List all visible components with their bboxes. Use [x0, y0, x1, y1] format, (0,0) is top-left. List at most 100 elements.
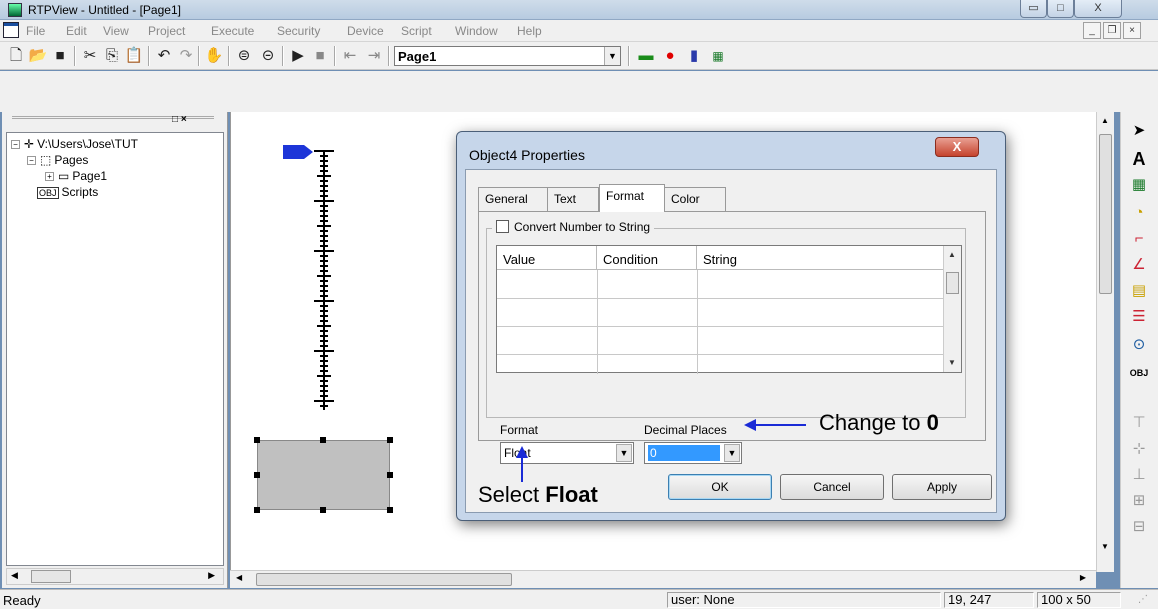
- scroll-down-icon[interactable]: ▼: [1101, 542, 1109, 551]
- bar-chart-icon[interactable]: ▮: [684, 46, 704, 66]
- resize-handle[interactable]: [387, 437, 393, 443]
- mdi-close-button[interactable]: ×: [1123, 22, 1141, 39]
- ok-button[interactable]: OK: [668, 474, 772, 500]
- rtp-icon[interactable]: ▦: [708, 46, 728, 66]
- scroll-thumb[interactable]: [1099, 134, 1112, 294]
- distribute-icon[interactable]: ⊞: [1128, 490, 1150, 512]
- collapse-icon[interactable]: −: [27, 156, 36, 166]
- space-evenly-icon[interactable]: ⊟: [1128, 516, 1150, 538]
- tab-format[interactable]: Format: [599, 184, 665, 212]
- new-file-icon[interactable]: 🗋: [6, 46, 26, 66]
- chevron-down-icon[interactable]: ▼: [616, 444, 632, 462]
- resize-handle[interactable]: [387, 507, 393, 513]
- text-tool-icon[interactable]: A: [1128, 148, 1150, 170]
- resize-grip-icon[interactable]: ⋰: [1138, 594, 1148, 605]
- grid-header-value[interactable]: Value: [497, 246, 597, 270]
- maximize-button[interactable]: □: [1047, 0, 1074, 18]
- open-folder-icon[interactable]: 📂: [28, 46, 48, 66]
- tree-item-scripts[interactable]: OBJ Scripts: [37, 185, 98, 199]
- menu-view[interactable]: View: [103, 24, 129, 38]
- minimize-button[interactable]: ▭: [1020, 0, 1047, 18]
- stop-icon[interactable]: ■: [310, 46, 330, 66]
- tree-horizontal-scrollbar[interactable]: ◀ ▶: [6, 568, 224, 585]
- undo-icon[interactable]: ↶: [154, 46, 174, 66]
- align-bottom-icon[interactable]: ⊥: [1128, 464, 1150, 486]
- menu-window[interactable]: Window: [455, 24, 498, 38]
- cut-icon[interactable]: ✂: [80, 46, 100, 66]
- close-window-button[interactable]: X: [1074, 0, 1122, 18]
- trend-tool-icon[interactable]: ⌐: [1128, 228, 1150, 250]
- multi-bar-tool-icon[interactable]: ☰: [1128, 306, 1150, 328]
- scroll-thumb[interactable]: [31, 570, 71, 583]
- grid-header-string[interactable]: String: [697, 246, 943, 270]
- apply-button[interactable]: Apply: [892, 474, 992, 500]
- pane-header-buttons[interactable]: □ ×: [172, 114, 187, 125]
- menu-file[interactable]: File: [26, 24, 45, 38]
- next-page-icon[interactable]: ⇥: [364, 46, 384, 66]
- copy-icon[interactable]: ⎘: [102, 46, 122, 66]
- align-top-icon[interactable]: ⊤: [1128, 412, 1150, 434]
- lock-icon[interactable]: ⊜: [234, 46, 254, 66]
- paste-icon[interactable]: 📋: [124, 46, 144, 66]
- menu-execute[interactable]: Execute: [211, 24, 254, 38]
- dialog-close-button[interactable]: X: [935, 137, 979, 157]
- scroll-thumb[interactable]: [946, 272, 959, 294]
- selected-object[interactable]: [257, 440, 390, 510]
- collapse-icon[interactable]: −: [11, 140, 20, 150]
- pointer-tool-icon[interactable]: ➤: [1128, 120, 1150, 142]
- scroll-left-icon[interactable]: ◀: [11, 570, 18, 581]
- menu-security[interactable]: Security: [277, 24, 320, 38]
- cancel-button[interactable]: Cancel: [780, 474, 884, 500]
- menu-project[interactable]: Project: [148, 24, 185, 38]
- menu-device[interactable]: Device: [347, 24, 384, 38]
- scroll-down-icon[interactable]: ▼: [948, 358, 956, 367]
- menu-edit[interactable]: Edit: [66, 24, 87, 38]
- canvas-vertical-scrollbar[interactable]: ▲ ▼: [1096, 112, 1114, 572]
- resize-handle[interactable]: [254, 472, 260, 478]
- scroll-left-icon[interactable]: ◀: [236, 573, 242, 582]
- gauge-tool-icon[interactable]: ◔: [1128, 202, 1150, 224]
- bar-tool-icon[interactable]: ▤: [1128, 280, 1150, 302]
- document-icon[interactable]: [3, 22, 19, 38]
- hand-tool-icon[interactable]: ✋: [204, 46, 224, 66]
- menu-help[interactable]: Help: [517, 24, 542, 38]
- object-tool-icon[interactable]: OBJ: [1128, 362, 1150, 384]
- tree-item-page1[interactable]: + ▭ Page1: [45, 169, 107, 183]
- checkbox-box[interactable]: [496, 220, 509, 233]
- menu-script[interactable]: Script: [401, 24, 432, 38]
- scroll-up-icon[interactable]: ▲: [1101, 116, 1109, 125]
- run-icon[interactable]: ▶: [288, 46, 308, 66]
- prev-page-icon[interactable]: ⇤: [340, 46, 360, 66]
- unlock-icon[interactable]: ⊝: [258, 46, 278, 66]
- xy-plot-tool-icon[interactable]: ∠: [1128, 254, 1150, 276]
- image-tool-icon[interactable]: ▦: [1128, 174, 1150, 196]
- save-icon[interactable]: ■: [50, 46, 70, 66]
- green-block-icon[interactable]: ▬: [636, 46, 656, 66]
- tree-item-pages[interactable]: − ⬚ Pages: [27, 153, 88, 167]
- chevron-down-icon[interactable]: ▼: [604, 47, 620, 65]
- scroll-right-icon[interactable]: ▶: [1080, 573, 1086, 582]
- resize-handle[interactable]: [320, 437, 326, 443]
- redo-icon[interactable]: ↷: [176, 46, 196, 66]
- scroll-thumb[interactable]: [256, 573, 512, 586]
- expand-icon[interactable]: +: [45, 172, 54, 182]
- grid-header-condition[interactable]: Condition: [597, 246, 697, 270]
- grid-vertical-scrollbar[interactable]: ▲ ▼: [943, 246, 961, 372]
- decimal-places-select[interactable]: 0 ▼: [644, 442, 742, 464]
- tree-item-root[interactable]: − ✛ V:\Users\Jose\TUT: [11, 137, 138, 151]
- mdi-minimize-button[interactable]: _: [1083, 22, 1101, 39]
- dial-tool-icon[interactable]: ⊙: [1128, 334, 1150, 356]
- scroll-right-icon[interactable]: ▶: [208, 570, 215, 581]
- resize-handle[interactable]: [254, 437, 260, 443]
- chevron-down-icon[interactable]: ▼: [724, 444, 740, 462]
- resize-handle[interactable]: [254, 507, 260, 513]
- mdi-restore-button[interactable]: ❐: [1103, 22, 1121, 39]
- canvas-horizontal-scrollbar[interactable]: ◀ ▶: [230, 570, 1096, 588]
- align-middle-icon[interactable]: ⊹: [1128, 438, 1150, 460]
- page-select[interactable]: Page1 ▼: [394, 46, 621, 66]
- resize-handle[interactable]: [320, 507, 326, 513]
- resize-handle[interactable]: [387, 472, 393, 478]
- record-icon[interactable]: ●: [660, 46, 680, 66]
- convert-to-string-checkbox[interactable]: Convert Number to String: [492, 220, 655, 234]
- condition-grid[interactable]: Value Condition String ▲ ▼: [496, 245, 962, 374]
